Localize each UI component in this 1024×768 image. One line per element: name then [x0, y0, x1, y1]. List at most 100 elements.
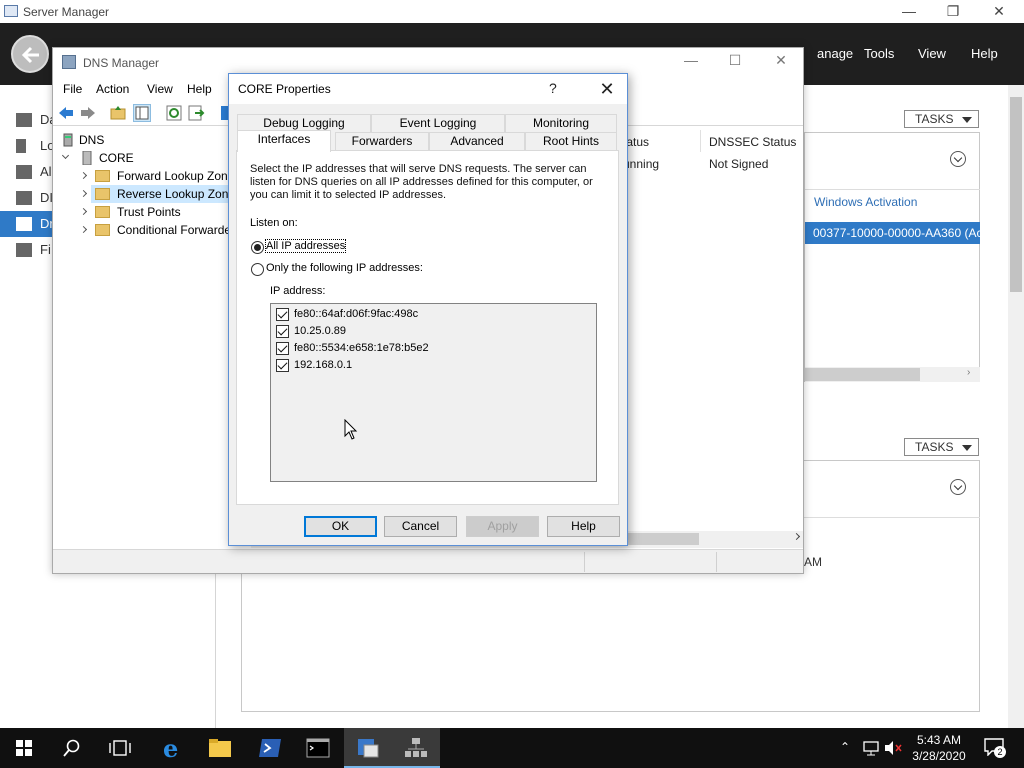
- back-button[interactable]: [11, 35, 49, 73]
- tab-event-logging[interactable]: Event Logging: [371, 114, 505, 132]
- tab-root-hints[interactable]: Root Hints: [525, 132, 617, 150]
- list-item[interactable]: 192.168.0.1: [276, 357, 576, 374]
- tab-interfaces[interactable]: Interfaces: [237, 130, 331, 152]
- menu-help[interactable]: Help: [187, 82, 212, 96]
- show-hidden-icons-chevron-icon[interactable]: ⌃: [840, 740, 850, 754]
- radio-only-following-ip-label[interactable]: Only the following IP addresses:: [266, 262, 423, 274]
- maximize-button[interactable]: ❐: [930, 0, 976, 23]
- column-header-dnssec-status[interactable]: DNSSEC Status: [709, 135, 796, 149]
- tab-forwarders[interactable]: Forwarders: [335, 132, 429, 150]
- dns-manager-taskbar-button[interactable]: [392, 728, 440, 768]
- scroll-right-icon[interactable]: ›: [967, 367, 970, 378]
- export-list-icon[interactable]: [187, 104, 205, 122]
- show-console-tree-icon[interactable]: [133, 104, 151, 122]
- internet-explorer-button[interactable]: e: [148, 728, 196, 768]
- menu-tools[interactable]: Tools: [864, 46, 894, 61]
- folder-icon: [95, 188, 110, 200]
- list-item[interactable]: fe80::5534:e658:1e78:b5e2: [276, 340, 576, 357]
- minimize-button[interactable]: —: [886, 0, 932, 23]
- dns-minimize-button[interactable]: —: [671, 52, 711, 72]
- menu-help[interactable]: Help: [971, 46, 998, 61]
- dialog-close-button[interactable]: ✕: [591, 76, 623, 102]
- task-view-button[interactable]: [96, 728, 144, 768]
- up-folder-icon[interactable]: [109, 104, 127, 122]
- dns-manager-titlebar: DNS Manager — ☐ ✕: [53, 48, 803, 76]
- file-explorer-button[interactable]: [196, 728, 244, 768]
- menu-file[interactable]: File: [63, 82, 82, 96]
- expand-chevron-icon[interactable]: [79, 171, 88, 180]
- forward-arrow-icon[interactable]: [79, 104, 97, 122]
- scroll-right-icon[interactable]: [792, 532, 801, 541]
- server-manager-vscrollbar[interactable]: [1008, 85, 1024, 728]
- radio-all-ip-addresses-label[interactable]: All IP addresses: [264, 239, 347, 253]
- dropdown-arrow-icon: [962, 445, 972, 451]
- tasks-dropdown-bottom[interactable]: TASKS: [904, 438, 979, 456]
- search-button[interactable]: [48, 728, 96, 768]
- expand-chevron-icon[interactable]: [950, 479, 966, 495]
- interfaces-description: Select the IP addresses that will serve …: [250, 163, 593, 201]
- taskbar-clock[interactable]: 5:43 AM 3/28/2020: [902, 732, 976, 764]
- dns-manager-icon: [405, 738, 427, 757]
- refresh-icon[interactable]: [165, 104, 183, 122]
- panel-hscrollbar[interactable]: ›: [805, 367, 980, 382]
- expand-chevron-icon[interactable]: [950, 151, 966, 167]
- servers-panel: Windows Activation 00377-10000-00000-AA3…: [804, 132, 982, 382]
- menu-view[interactable]: View: [147, 82, 173, 96]
- context-help-button[interactable]: ?: [549, 80, 557, 96]
- notification-count-badge: 2: [994, 746, 1006, 758]
- close-button[interactable]: ✕: [976, 0, 1022, 23]
- ip-checkbox[interactable]: [276, 359, 289, 372]
- menu-view[interactable]: View: [918, 46, 946, 61]
- dns-manager-title: DNS Manager: [83, 56, 160, 70]
- collapse-chevron-icon[interactable]: [61, 151, 70, 160]
- clock-date: 3/28/2020: [912, 749, 966, 763]
- list-item[interactable]: fe80::64af:d06f:9fac:498c: [276, 306, 576, 323]
- tree-node-forward-lookup-zones[interactable]: Forward Lookup Zone: [79, 167, 233, 185]
- ip-checkbox[interactable]: [276, 342, 289, 355]
- dns-maximize-button[interactable]: ☐: [715, 52, 755, 72]
- scroll-thumb[interactable]: [1010, 97, 1022, 292]
- ok-button[interactable]: OK: [304, 516, 377, 537]
- tree-node-conditional-forwarders[interactable]: Conditional Forwarde: [79, 221, 233, 239]
- selected-server-row[interactable]: 00377-10000-00000-AA360 (Ac: [805, 222, 982, 244]
- action-center-button[interactable]: 2: [980, 736, 1008, 760]
- cancel-button[interactable]: Cancel: [384, 516, 457, 537]
- apply-button[interactable]: Apply: [466, 516, 539, 537]
- folder-icon: [95, 206, 110, 218]
- tasks-dropdown-top[interactable]: TASKS: [904, 110, 979, 128]
- menu-action[interactable]: Action: [96, 82, 129, 96]
- volume-muted-icon[interactable]: [884, 740, 902, 756]
- command-prompt-button[interactable]: [294, 728, 342, 768]
- radio-only-following-ip[interactable]: [251, 263, 264, 276]
- list-item[interactable]: 10.25.0.89: [276, 323, 576, 340]
- tab-monitoring[interactable]: Monitoring: [505, 114, 617, 132]
- server-manager-taskbar-button[interactable]: [344, 728, 392, 768]
- dialog-titlebar: CORE Properties ? ✕: [229, 74, 627, 104]
- help-button[interactable]: Help: [547, 516, 620, 537]
- radio-all-ip-addresses[interactable]: [251, 241, 264, 254]
- interfaces-tab-page: Select the IP addresses that will serve …: [236, 150, 619, 505]
- ip-address-list[interactable]: fe80::64af:d06f:9fac:498c 10.25.0.89 fe8…: [270, 303, 597, 482]
- dns-close-button[interactable]: ✕: [761, 52, 801, 72]
- expand-chevron-icon[interactable]: [79, 207, 88, 216]
- tab-advanced[interactable]: Advanced: [429, 132, 525, 150]
- tree-expander-reverse[interactable]: [79, 185, 91, 203]
- powershell-button[interactable]: [246, 728, 294, 768]
- network-icon[interactable]: [862, 740, 880, 756]
- menu-manage[interactable]: anage: [817, 46, 853, 61]
- tree-node-reverse-lookup-zones[interactable]: Reverse Lookup Zone: [91, 185, 233, 203]
- tree-node-trust-points[interactable]: Trust Points: [79, 203, 233, 221]
- windows-start-icon: [16, 740, 32, 756]
- expand-chevron-icon[interactable]: [79, 189, 88, 198]
- start-button[interactable]: [0, 728, 48, 768]
- back-arrow-icon[interactable]: [57, 104, 75, 122]
- command-prompt-icon: [306, 738, 330, 758]
- cell-dnssec-status: Not Signed: [709, 157, 769, 171]
- expand-chevron-icon[interactable]: [79, 225, 88, 234]
- windows-activation-header[interactable]: Windows Activation: [814, 195, 917, 209]
- ip-checkbox[interactable]: [276, 308, 289, 321]
- ip-checkbox[interactable]: [276, 325, 289, 338]
- clock-time: 5:43 AM: [916, 733, 962, 747]
- back-arrow-icon: [21, 46, 39, 64]
- server-manager-title: Server Manager: [23, 5, 110, 19]
